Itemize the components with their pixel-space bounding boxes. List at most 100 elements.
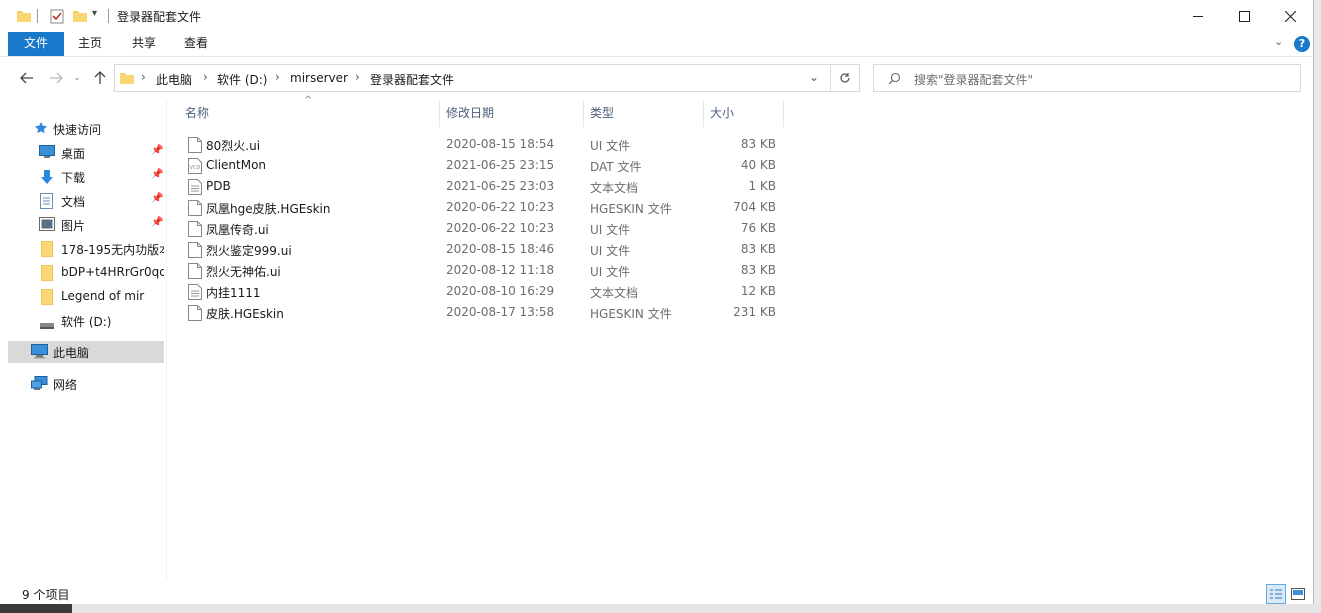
file-size: 83 KB xyxy=(740,242,776,256)
star-icon xyxy=(34,121,50,137)
column-header-type[interactable]: 类型 xyxy=(584,100,704,127)
file-row[interactable]: 皮肤.HGEskin 2020-08-17 13:58 HGESKIN 文件 2… xyxy=(184,302,782,323)
refresh-button[interactable] xyxy=(831,64,860,92)
file-date: 2020-08-15 18:46 xyxy=(446,242,555,256)
network-icon xyxy=(31,376,48,392)
nav-this-pc[interactable]: 此电脑 xyxy=(8,341,164,363)
up-button[interactable] xyxy=(89,67,111,89)
column-header-size[interactable]: 大小 xyxy=(704,100,784,127)
qa-divider xyxy=(108,9,109,23)
file-row[interactable]: 凤凰hge皮肤.HGEskin 2020-06-22 10:23 HGESKIN… xyxy=(184,197,782,218)
nav-label: 文档 xyxy=(61,195,86,209)
file-size: 83 KB xyxy=(740,263,776,277)
tab-file[interactable]: 文件 xyxy=(8,32,64,56)
file-type: 文本文档 xyxy=(590,181,639,195)
file-date: 2020-08-15 18:54 xyxy=(446,137,555,151)
minimize-icon xyxy=(1193,15,1203,17)
new-folder-icon[interactable] xyxy=(72,8,88,27)
breadcrumb-separator-icon: › xyxy=(275,70,280,84)
file-date: 2020-08-17 13:58 xyxy=(446,305,555,319)
column-header-date[interactable]: 修改日期 xyxy=(440,100,584,127)
nav-folder-legend-of-mir[interactable]: Legend of mir xyxy=(8,286,164,308)
breadcrumb-drive[interactable]: 软件 (D:) xyxy=(217,71,267,88)
file-date: 2020-08-12 11:18 xyxy=(446,263,555,277)
tab-view[interactable]: 查看 xyxy=(174,32,218,56)
nav-downloads[interactable]: 下载 📌 xyxy=(8,166,164,188)
breadcrumb-separator-icon: › xyxy=(203,70,208,84)
file-date: 2021-06-25 23:15 xyxy=(446,158,555,172)
file-name: 凤凰传奇.ui xyxy=(206,223,269,237)
file-type: 文本文档 xyxy=(590,286,639,300)
help-icon[interactable]: ? xyxy=(1294,36,1310,52)
file-name: PDB xyxy=(206,179,231,193)
details-view-icon xyxy=(1270,589,1282,599)
breadcrumb-current-folder[interactable]: 登录器配套文件 xyxy=(370,71,454,88)
file-row[interactable]: 80烈火.ui 2020-08-15 18:54 UI 文件 83 KB xyxy=(184,134,782,155)
file-row[interactable]: 内挂1111 2020-08-10 16:29 文本文档 12 KB xyxy=(184,281,782,302)
pin-icon[interactable]: 📌 xyxy=(151,217,163,228)
file-size: 76 KB xyxy=(740,221,776,235)
properties-icon[interactable] xyxy=(49,8,65,27)
back-arrow-icon xyxy=(20,72,33,84)
address-dropdown-chevron-icon[interactable]: ⌄ xyxy=(809,70,819,84)
back-button[interactable] xyxy=(16,67,38,89)
file-type: UI 文件 xyxy=(590,223,631,237)
nav-desktop[interactable]: 桌面 📌 xyxy=(8,142,164,164)
expand-ribbon-chevron-icon[interactable]: ⌄ xyxy=(1274,35,1283,48)
address-bar[interactable]: › 此电脑 › 软件 (D:) › mirserver › 登录器配套文件 ⌄ xyxy=(114,64,831,92)
nav-label: 下载 xyxy=(61,171,86,185)
file-row[interactable]: 烈火鉴定999.ui 2020-08-15 18:46 UI 文件 83 KB xyxy=(184,239,782,260)
file-row[interactable]: 烈火无神佑.ui 2020-08-12 11:18 UI 文件 83 KB xyxy=(184,260,782,281)
breadcrumb-this-pc[interactable]: 此电脑 xyxy=(156,71,192,88)
nav-label: 桌面 xyxy=(61,147,86,161)
pane-splitter[interactable] xyxy=(166,100,167,580)
search-box[interactable]: 搜索"登录器配套文件" xyxy=(873,64,1301,92)
file-type: DAT 文件 xyxy=(590,160,642,174)
nav-label: bDP+t4HRrGr0qq xyxy=(61,265,164,279)
folder-icon xyxy=(40,240,57,258)
forward-button[interactable] xyxy=(45,67,67,89)
text-file-icon xyxy=(188,179,202,195)
details-view-button[interactable] xyxy=(1266,584,1286,604)
taskbar-edge xyxy=(0,604,1321,613)
breadcrumb-separator-icon: › xyxy=(355,70,360,84)
pin-icon[interactable]: 📌 xyxy=(151,169,163,180)
maximize-button[interactable] xyxy=(1221,0,1267,32)
large-icons-view-button[interactable] xyxy=(1288,584,1308,604)
search-placeholder: 搜索"登录器配套文件" xyxy=(914,73,1034,87)
nav-pictures[interactable]: 图片 📌 xyxy=(8,214,164,236)
svg-text:VCD: VCD xyxy=(190,165,201,171)
file-row[interactable]: PDB 2021-06-25 23:03 文本文档 1 KB xyxy=(184,176,782,197)
file-name: 内挂1111 xyxy=(206,286,261,300)
nav-network[interactable]: 网络 xyxy=(8,373,164,395)
pin-icon[interactable]: 📌 xyxy=(151,145,163,156)
pin-icon[interactable]: 📌 xyxy=(151,193,163,204)
navigation-pane: 快速访问 桌面 📌 下载 📌 文档 📌 图片 📌 178-195无内功版本 bD… xyxy=(8,100,164,580)
tab-share[interactable]: 共享 xyxy=(122,32,166,56)
customize-toolbar-chevron-icon[interactable]: ▾ xyxy=(92,8,97,19)
nav-drive-d[interactable]: 软件 (D:) xyxy=(8,310,164,332)
nav-documents[interactable]: 文档 📌 xyxy=(8,190,164,212)
file-icon xyxy=(188,242,202,258)
file-name: 皮肤.HGEskin xyxy=(206,307,284,321)
desktop-icon xyxy=(39,145,55,161)
text-file-icon xyxy=(188,284,202,300)
drive-icon xyxy=(40,318,56,334)
file-icon xyxy=(188,221,202,237)
close-button[interactable] xyxy=(1267,0,1313,32)
file-date: 2020-06-22 10:23 xyxy=(446,221,555,235)
column-header-name[interactable]: 名称 xyxy=(179,100,440,127)
breadcrumb-mirserver[interactable]: mirserver xyxy=(290,71,348,85)
file-row[interactable]: 凤凰传奇.ui 2020-06-22 10:23 UI 文件 76 KB xyxy=(184,218,782,239)
forward-arrow-icon xyxy=(50,72,63,84)
nav-folder-178-195[interactable]: 178-195无内功版本 xyxy=(8,238,164,260)
nav-quick-access[interactable]: 快速访问 xyxy=(8,118,164,140)
minimize-button[interactable] xyxy=(1175,0,1221,32)
nav-folder-bdp[interactable]: bDP+t4HRrGr0qq xyxy=(8,262,164,284)
file-row[interactable]: VCD ClientMon 2021-06-25 23:15 DAT 文件 40… xyxy=(184,155,782,176)
folder-icon xyxy=(40,264,57,282)
explorer-window: ▾ 登录器配套文件 文件 主页 共享 查看 ⌄ ? ⌄ › 此电脑 › 软件 (… xyxy=(0,0,1314,610)
file-date: 2021-06-25 23:03 xyxy=(446,179,555,193)
recent-locations-chevron-icon[interactable]: ⌄ xyxy=(66,67,88,89)
tab-home[interactable]: 主页 xyxy=(68,32,112,56)
